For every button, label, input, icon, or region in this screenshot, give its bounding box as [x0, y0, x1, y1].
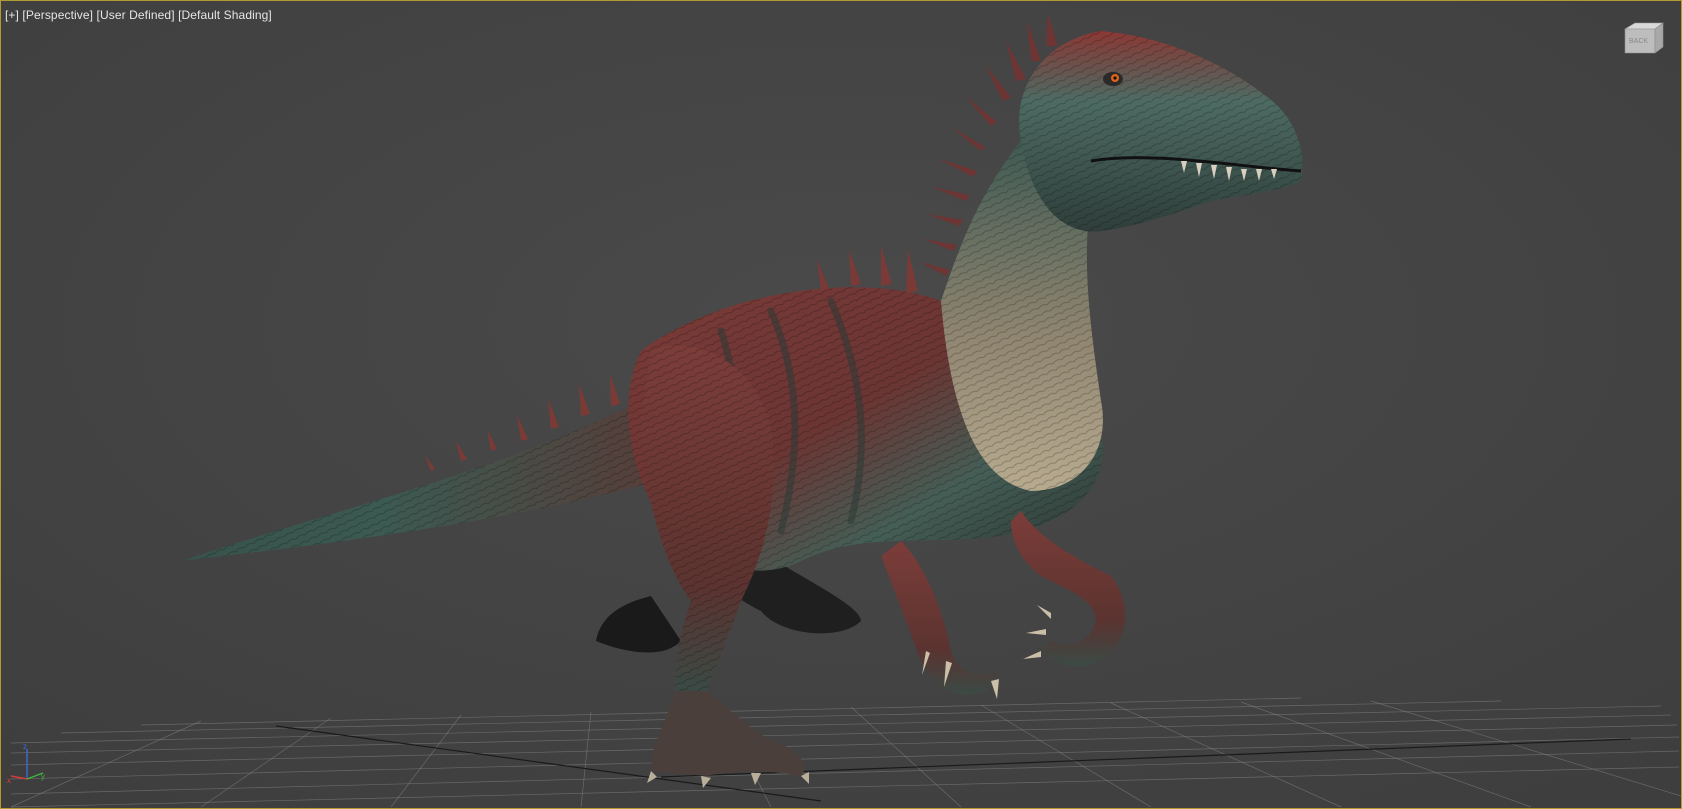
scene-render: z y x: [1, 1, 1681, 808]
svg-text:y: y: [41, 772, 45, 781]
viewport-style-menu[interactable]: [User Defined]: [97, 8, 175, 22]
viewport-shading-menu[interactable]: [Default Shading]: [178, 8, 272, 22]
svg-text:x: x: [7, 776, 11, 785]
viewcube-icon[interactable]: BACK: [1621, 21, 1665, 57]
viewport-label-menu: [+] [Perspective] [User Defined] [Defaul…: [5, 8, 272, 22]
svg-text:BACK: BACK: [1629, 38, 1648, 45]
viewport-plus-menu[interactable]: [+]: [5, 8, 19, 22]
viewport-view-menu[interactable]: [Perspective]: [22, 8, 93, 22]
svg-text:z: z: [23, 742, 27, 751]
viewcube-graphic: BACK: [1623, 22, 1664, 54]
perspective-viewport[interactable]: [+] [Perspective] [User Defined] [Defaul…: [0, 0, 1682, 809]
